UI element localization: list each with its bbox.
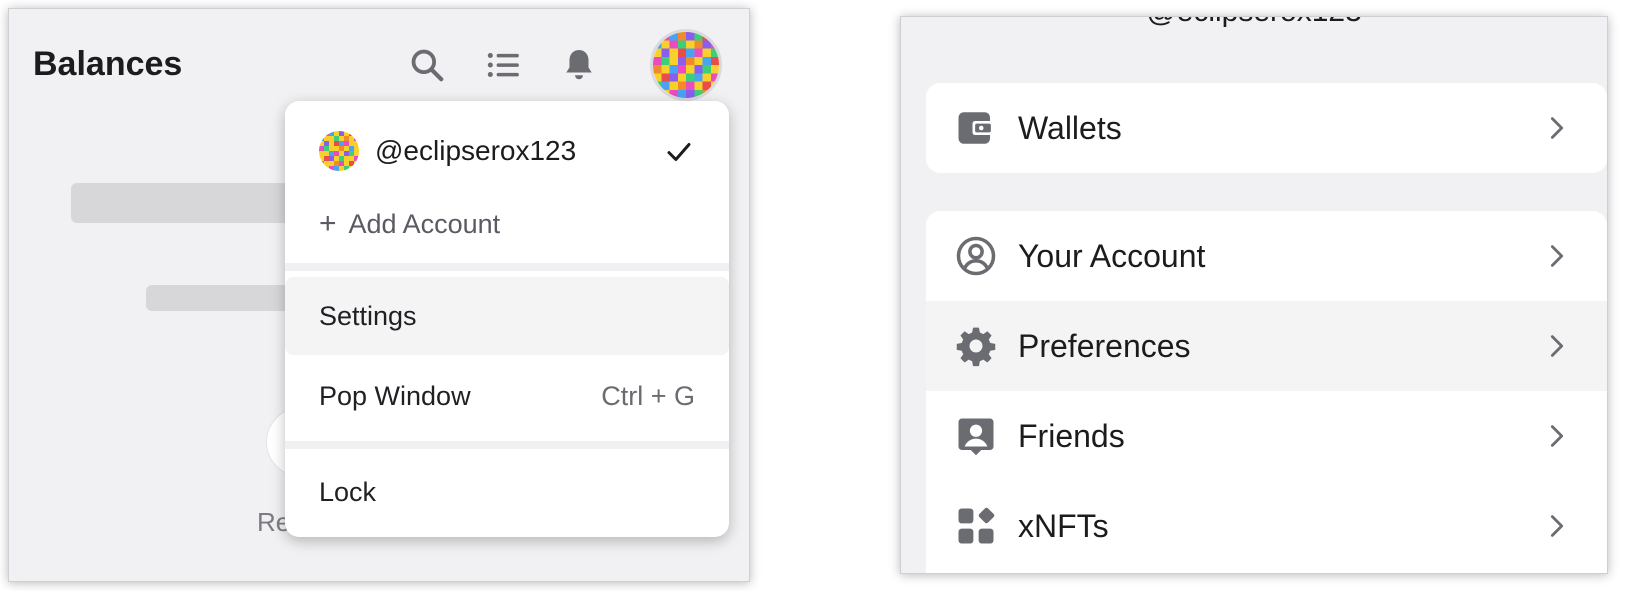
search-icon[interactable] bbox=[407, 45, 447, 85]
list-icon[interactable] bbox=[483, 45, 523, 85]
account-row[interactable]: @eclipserox123 bbox=[285, 115, 729, 187]
balances-window: Balances Re @eclipserox123 + Add Account… bbox=[8, 8, 750, 582]
preferences-label: Preferences bbox=[1018, 327, 1191, 364]
apps-icon bbox=[954, 504, 998, 548]
menu-divider bbox=[285, 441, 729, 449]
chevron-right-icon bbox=[1550, 425, 1564, 447]
lock-menu-item[interactable]: Lock bbox=[285, 453, 729, 531]
check-icon bbox=[667, 143, 691, 161]
settings-menu-item[interactable]: Settings bbox=[285, 277, 729, 355]
wallets-label: Wallets bbox=[1018, 109, 1122, 146]
page-title: Balances bbox=[33, 45, 183, 83]
account-dropdown-menu: @eclipserox123 + Add Account Settings Po… bbox=[285, 101, 729, 537]
wallets-menu-item[interactable]: Wallets bbox=[926, 83, 1607, 173]
bell-icon[interactable] bbox=[559, 45, 599, 85]
friends-menu-item[interactable]: Friends bbox=[926, 391, 1607, 481]
xnfts-label: xNFTs bbox=[1018, 507, 1109, 544]
wallet-icon bbox=[954, 106, 998, 150]
account-avatar bbox=[319, 131, 359, 171]
add-account-label: Add Account bbox=[348, 208, 501, 239]
friends-label: Friends bbox=[1018, 417, 1125, 454]
pop-window-label: Pop Window bbox=[319, 380, 471, 411]
chevron-right-icon bbox=[1550, 245, 1564, 267]
xnfts-menu-item[interactable]: xNFTs bbox=[926, 481, 1607, 571]
settings-menu-card: Your Account Preferences Friends xNFTs bbox=[926, 211, 1607, 573]
menu-divider bbox=[285, 263, 729, 271]
user-circle-icon bbox=[954, 234, 998, 278]
chevron-right-icon bbox=[1550, 117, 1564, 139]
pop-window-shortcut: Ctrl + G bbox=[601, 380, 695, 411]
gear-icon bbox=[954, 324, 998, 368]
preferences-menu-item[interactable]: Preferences bbox=[926, 301, 1607, 391]
settings-label: Settings bbox=[319, 300, 417, 331]
chevron-right-icon bbox=[1550, 515, 1564, 537]
avatar[interactable] bbox=[650, 29, 722, 101]
header-username: @eclipserox123 bbox=[901, 17, 1607, 29]
account-username: @eclipserox123 bbox=[375, 135, 577, 166]
wallets-card: Wallets bbox=[926, 83, 1607, 173]
your-account-menu-item[interactable]: Your Account bbox=[926, 211, 1607, 301]
contact-icon bbox=[954, 414, 998, 458]
plus-icon: + bbox=[319, 207, 337, 240]
chevron-right-icon bbox=[1550, 335, 1564, 357]
lock-label: Lock bbox=[319, 476, 377, 507]
settings-window: @eclipserox123 Wallets Your Account Pref… bbox=[900, 16, 1608, 574]
your-account-label: Your Account bbox=[1018, 237, 1206, 274]
add-account-button[interactable]: + Add Account bbox=[285, 195, 729, 253]
pop-window-menu-item[interactable]: Pop Window Ctrl + G bbox=[285, 357, 729, 435]
